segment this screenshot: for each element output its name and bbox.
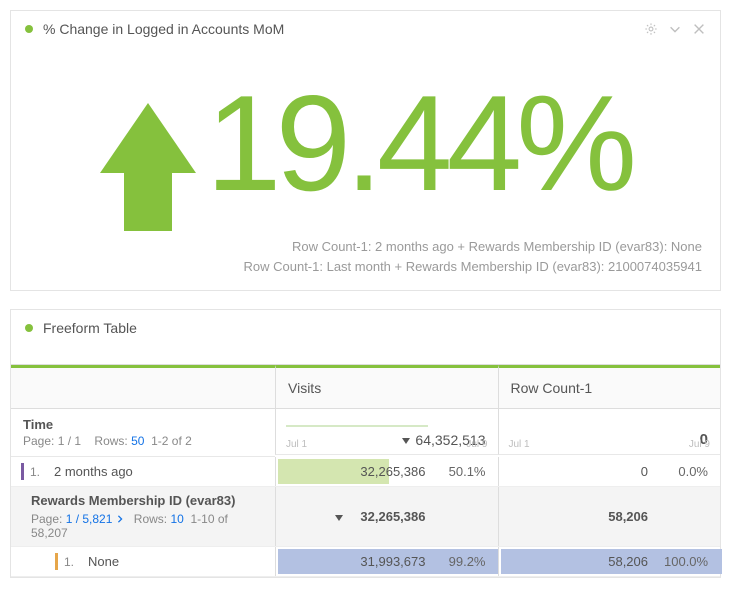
page-label: Page: — [23, 434, 54, 448]
time-breakdown-header: Time Page: 1 / 1 Rows: 50 1-2 of 2 — [11, 409, 275, 457]
tick-start: Jul 1 — [509, 439, 530, 450]
table-row[interactable]: 1. 2 months ago 32,265,386 50.1% 0 0.0% — [11, 457, 720, 487]
nested-visits-total-cell: 32,265,386 — — [275, 487, 498, 546]
freeform-table: Visits Row Count-1 Time Page: 1 / 1 Rows… — [11, 344, 720, 577]
rows-label: Rows: — [134, 512, 167, 526]
page-label: Page: — [31, 512, 62, 526]
rowcount-cell: 0 0.0% — [498, 457, 721, 486]
panel-controls — [644, 22, 706, 36]
nested-breakdown-header-row: Rewards Membership ID (evar83) Page: 1 /… — [11, 487, 720, 547]
totals-row: Time Page: 1 / 1 Rows: 50 1-2 of 2 Jul 1… — [11, 409, 720, 457]
nested-breakdown-header: Rewards Membership ID (evar83) Page: 1 /… — [11, 487, 275, 546]
row-label: None — [88, 554, 119, 569]
page-value: 1 / 1 — [58, 434, 81, 448]
collapse-icon[interactable] — [668, 22, 682, 36]
visits-value: 32,265,386 — [360, 464, 425, 479]
rows-selector[interactable]: 50 — [131, 434, 144, 448]
nested-visits-total: 32,265,386 — [360, 509, 425, 524]
footnote-1: Row Count-1: 2 months ago + Rewards Memb… — [29, 237, 702, 257]
table-row[interactable]: 1. None 31,993,673 99.2% 58,206 100.0% — [11, 547, 720, 577]
summary-panel: % Change in Logged in Accounts MoM 19.44… — [10, 10, 721, 291]
visits-value: 31,993,673 — [360, 554, 425, 569]
visits-pct: 50.1% — [442, 464, 486, 479]
row-number: 1. — [30, 465, 46, 479]
visits-cell: 31,993,673 99.2% — [275, 547, 498, 576]
big-value-container: 19.44% — [11, 45, 720, 221]
big-value: 19.44% — [206, 75, 631, 211]
column-header-row: Visits Row Count-1 — [11, 364, 720, 409]
visits-total-cell: Jul 1 Jul 9 64,352,513 — [275, 409, 498, 455]
settings-icon[interactable] — [644, 22, 658, 36]
tick-end: Jul 9 — [689, 439, 710, 450]
status-dot — [25, 25, 33, 33]
rowcount-pct: 100.0% — [664, 554, 708, 569]
visits-sparkline — [286, 417, 428, 433]
freeform-panel: Freeform Table Visits Row Count-1 Time P… — [10, 309, 721, 578]
visits-ticks: Jul 1 Jul 9 — [286, 439, 488, 450]
chevron-right-icon — [116, 515, 124, 523]
up-arrow-icon — [100, 103, 196, 173]
visits-pct: 99.2% — [442, 554, 486, 569]
nested-rows-selector[interactable]: 10 — [170, 512, 183, 526]
row-dimension-header — [11, 365, 275, 409]
rowcount-total-cell: Jul 1 Jul 9 0 — [498, 409, 721, 455]
visits-cell: 32,265,386 50.1% — [275, 457, 498, 486]
rowcount-value: 58,206 — [608, 554, 648, 569]
tick-end: Jul 9 — [466, 439, 487, 450]
nested-dimension-title: Rewards Membership ID (evar83) — [31, 493, 235, 508]
summary-title: % Change in Logged in Accounts MoM — [43, 21, 644, 37]
rowcount-column-header[interactable]: Row Count-1 — [498, 365, 721, 409]
sort-down-icon — [334, 512, 344, 522]
rowcount-cell: 58,206 100.0% — [498, 547, 721, 576]
row-color-bar — [55, 553, 58, 570]
visits-column-header[interactable]: Visits — [275, 365, 498, 409]
row-color-bar — [21, 463, 24, 480]
time-label: Time — [23, 417, 263, 432]
rows-range: 1-2 of 2 — [151, 434, 192, 448]
row-label-cell: 1. None — [11, 547, 275, 576]
nested-rowcount-total: 58,206 — [608, 509, 648, 524]
row-number: 1. — [64, 555, 80, 569]
nested-page-selector[interactable]: 1 / 5,821 — [66, 512, 127, 526]
freeform-panel-header: Freeform Table — [11, 310, 720, 344]
nested-rowcount-total-cell: 58,206 — — [498, 487, 721, 546]
row-label: 2 months ago — [54, 464, 133, 479]
tick-start: Jul 1 — [286, 439, 307, 450]
footnotes: Row Count-1: 2 months ago + Rewards Memb… — [11, 221, 720, 290]
summary-panel-header: % Change in Logged in Accounts MoM — [11, 11, 720, 45]
row-label-cell: 1. 2 months ago — [11, 457, 275, 486]
rows-label: Rows: — [94, 434, 127, 448]
freeform-title: Freeform Table — [43, 320, 706, 336]
close-icon[interactable] — [692, 22, 706, 36]
rowcount-value: 0 — [641, 464, 648, 479]
rowcount-pct: 0.0% — [664, 464, 708, 479]
rowcount-ticks: Jul 1 Jul 9 — [509, 439, 711, 450]
time-pagination: Page: 1 / 1 Rows: 50 1-2 of 2 — [23, 434, 263, 448]
status-dot — [25, 324, 33, 332]
nested-pagination: Page: 1 / 5,821 Rows: 10 1-10 of 58,207 — [31, 512, 265, 540]
footnote-2: Row Count-1: Last month + Rewards Member… — [29, 257, 702, 277]
